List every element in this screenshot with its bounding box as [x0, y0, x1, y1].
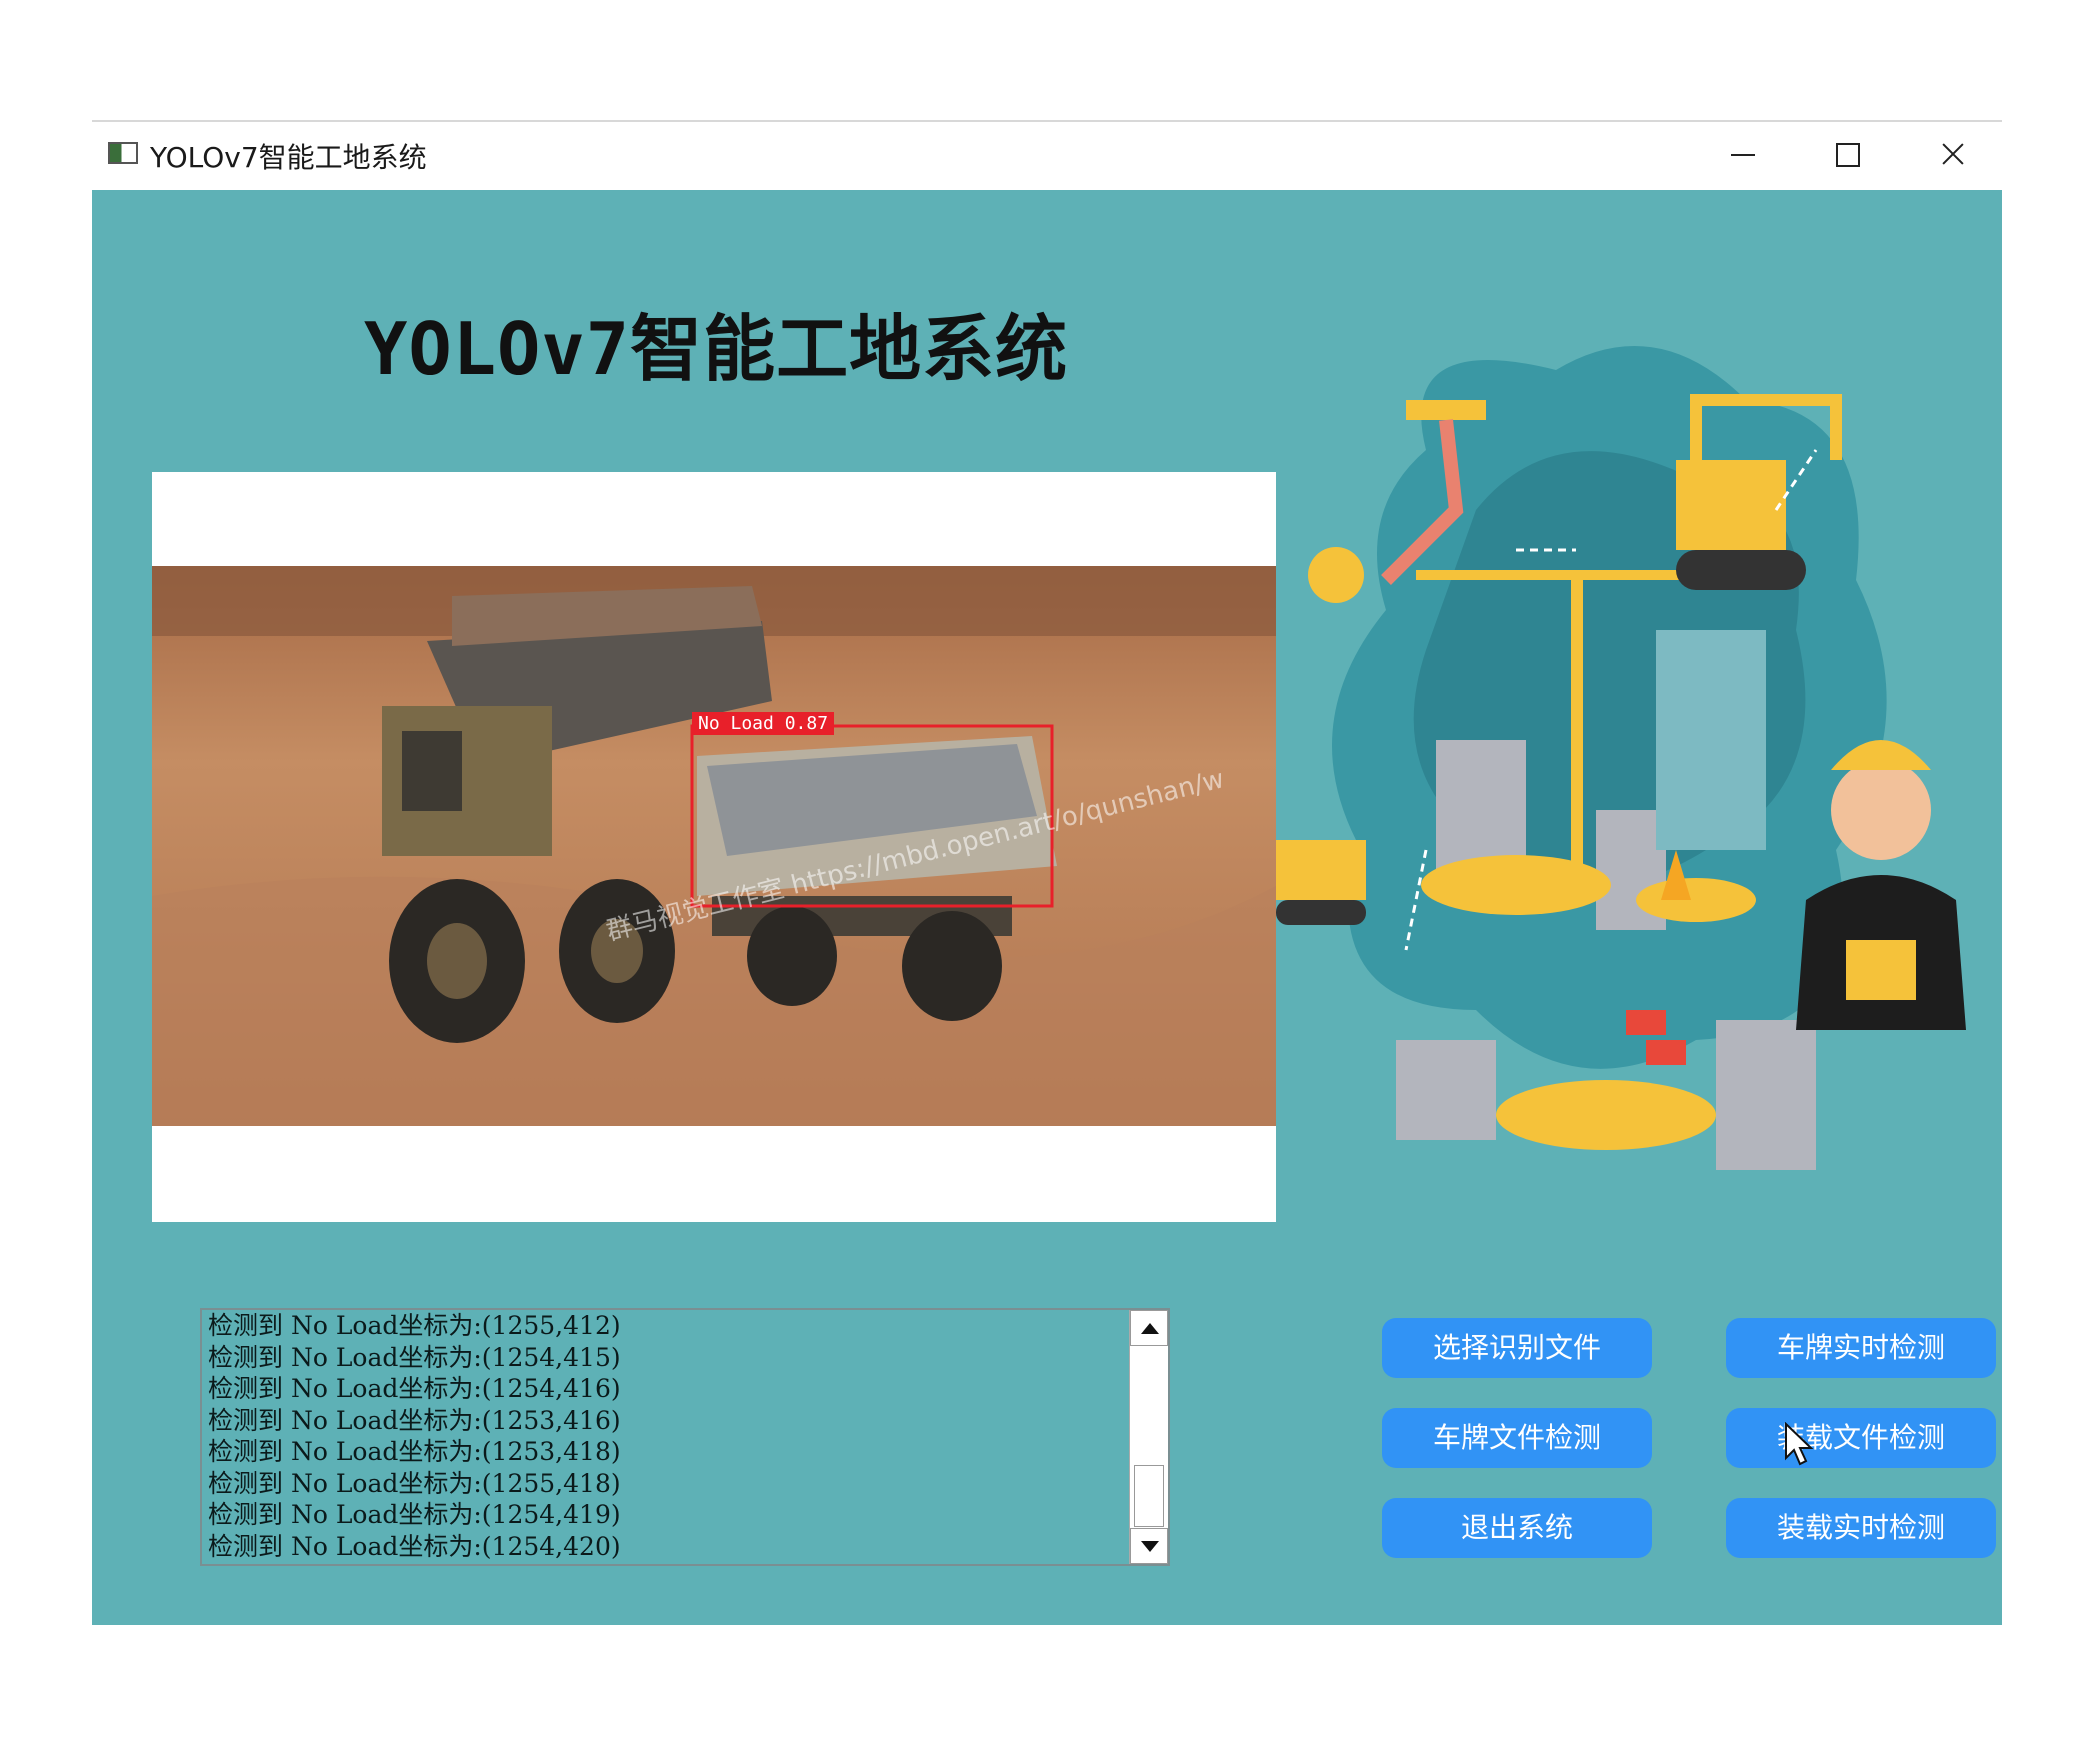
log-line: 检测到 No Load坐标为:(1254,420) [208, 1531, 621, 1561]
app-window: YOLOv7智能工地系统 YOLOv7智能工地系统 No Load 0.87 群… [92, 120, 2002, 1625]
load-file-button[interactable]: 装载文件检测 [1726, 1408, 1996, 1468]
title-bar[interactable]: YOLOv7智能工地系统 [92, 122, 2002, 188]
page-title: YOLOv7智能工地系统 [364, 307, 1069, 391]
detection-image [152, 566, 1276, 1126]
log-line: 检测到 No Load坐标为:(1254,415) [208, 1342, 621, 1372]
log-line: 检测到 No Load坐标为:(1253,416) [208, 1405, 621, 1435]
log-output[interactable]: 检测到 No Load坐标为:(1255,412) 检测到 No Load坐标为… [200, 1308, 1170, 1566]
maximize-icon[interactable] [1818, 130, 1878, 180]
log-line: 检测到 No Load坐标为:(1254,416) [208, 1374, 621, 1403]
log-list: 检测到 No Load坐标为:(1255,412) 检测到 No Load坐标为… [208, 1310, 1108, 1562]
log-line: 检测到 No Load坐标为:(1253,418) [208, 1437, 621, 1466]
scrollbar-thumb[interactable] [1134, 1465, 1164, 1527]
log-line: 检测到 No Load坐标为:(1255,412) [208, 1311, 621, 1340]
detection-display: No Load 0.87 群马视觉工作室 https://mbd.open.ar… [152, 472, 1276, 1222]
close-icon[interactable] [1924, 130, 1984, 180]
mouse-cursor-icon [1785, 1422, 1814, 1466]
main-panel: YOLOv7智能工地系统 No Load 0.87 群马视觉工作室 https:… [92, 190, 2002, 1625]
scroll-up-arrow-icon[interactable] [1130, 1310, 1168, 1346]
construction-illustration [1276, 346, 1966, 1170]
plate-file-button[interactable]: 车牌文件检测 [1382, 1408, 1652, 1468]
minimize-icon[interactable] [1714, 130, 1774, 180]
log-line: 检测到 No Load坐标为:(1254,419) [208, 1500, 621, 1529]
app-window-icon [108, 142, 138, 164]
scroll-down-arrow-icon[interactable] [1130, 1528, 1168, 1564]
vertical-scrollbar[interactable] [1129, 1310, 1168, 1564]
load-realtime-button[interactable]: 装载实时检测 [1726, 1498, 1996, 1558]
exit-button[interactable]: 退出系统 [1382, 1498, 1652, 1558]
detection-label: No Load 0.87 [692, 712, 835, 735]
select-file-button[interactable]: 选择识别文件 [1382, 1318, 1652, 1378]
log-line: 检测到 No Load坐标为:(1255,418) [208, 1468, 621, 1498]
plate-realtime-button[interactable]: 车牌实时检测 [1726, 1318, 1996, 1378]
window-title: YOLOv7智能工地系统 [150, 141, 427, 174]
